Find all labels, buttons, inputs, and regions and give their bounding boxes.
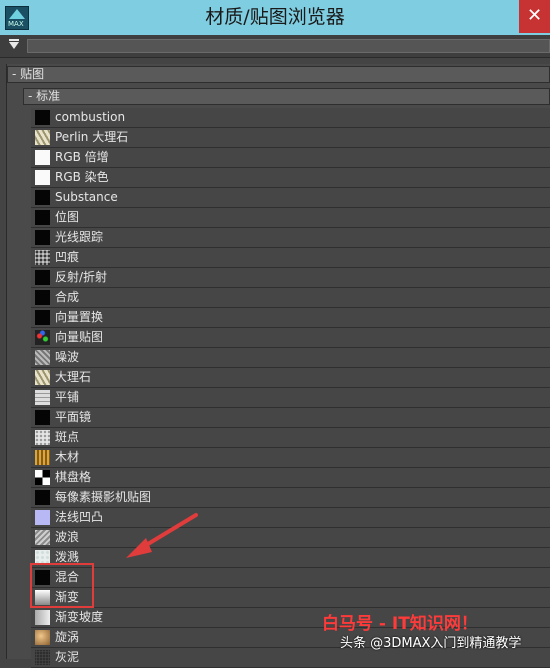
list-item[interactable]: 棋盘格 xyxy=(31,468,550,488)
map-swatch-icon xyxy=(35,490,50,505)
list-item[interactable]: RGB 倍增 xyxy=(31,148,550,168)
subgroup-header-standard[interactable]: - 标准 xyxy=(23,88,550,105)
list-item-label: 斑点 xyxy=(55,430,80,444)
list-item[interactable]: 位图 xyxy=(31,208,550,228)
filter-icon[interactable] xyxy=(9,39,19,49)
list-item-label: 平面镜 xyxy=(55,410,92,424)
map-swatch-icon xyxy=(35,230,50,245)
map-swatch-icon xyxy=(35,470,50,485)
list-item-label: 光线跟踪 xyxy=(55,230,104,244)
group-header-maps[interactable]: - 贴图 xyxy=(7,66,550,83)
list-item-label: RGB 染色 xyxy=(55,170,109,184)
list-item-label: 向量贴图 xyxy=(55,330,104,344)
map-swatch-icon xyxy=(35,310,50,325)
list-item-label: 法线凹凸 xyxy=(55,510,104,524)
list-item[interactable]: 反射/折射 xyxy=(31,268,550,288)
list-item-label: 噪波 xyxy=(55,350,80,364)
list-item[interactable]: 法线凹凸 xyxy=(31,508,550,528)
list-item[interactable]: 凹痕 xyxy=(31,248,550,268)
list-item-label: 凹痕 xyxy=(55,250,80,264)
list-item[interactable]: Perlin 大理石 xyxy=(31,128,550,148)
map-swatch-icon xyxy=(35,150,50,165)
list-item-label: 向量置换 xyxy=(55,310,104,324)
map-swatch-icon xyxy=(35,270,50,285)
map-swatch-icon xyxy=(35,290,50,305)
map-swatch-icon xyxy=(35,170,50,185)
list-item-label: 渐变坡度 xyxy=(55,610,104,624)
list-item[interactable]: 泼溅 xyxy=(31,548,550,568)
list-item[interactable]: 光线跟踪 xyxy=(31,228,550,248)
map-swatch-icon xyxy=(35,110,50,125)
map-swatch-icon xyxy=(35,650,50,665)
list-item[interactable]: combustion xyxy=(31,108,550,128)
list-item-label: 波浪 xyxy=(55,530,80,544)
list-item-label: Perlin 大理石 xyxy=(55,130,129,144)
list-item[interactable]: 木材 xyxy=(31,448,550,468)
list-item-label: 大理石 xyxy=(55,370,92,384)
map-swatch-icon xyxy=(35,410,50,425)
map-swatch-icon xyxy=(35,350,50,365)
map-swatch-icon xyxy=(35,430,50,445)
list-item[interactable]: 大理石 xyxy=(31,368,550,388)
list-item[interactable]: 每像素摄影机贴图 xyxy=(31,488,550,508)
list-item-label: 棋盘格 xyxy=(55,470,92,484)
title-bar: MAX 材质/贴图浏览器 ✕ xyxy=(0,0,550,35)
map-swatch-icon xyxy=(35,130,50,145)
close-button[interactable]: ✕ xyxy=(519,0,550,33)
list-item[interactable]: Substance xyxy=(31,188,550,208)
map-swatch-icon xyxy=(35,610,50,625)
map-swatch-icon xyxy=(35,370,50,385)
list-item-label: Substance xyxy=(55,190,118,204)
list-item-label: 反射/折射 xyxy=(55,270,108,284)
filter-bar xyxy=(0,35,550,58)
map-swatch-icon xyxy=(35,390,50,405)
search-input[interactable] xyxy=(27,39,550,53)
list-item[interactable]: 向量贴图 xyxy=(31,328,550,348)
list-item-label: 灰泥 xyxy=(55,650,80,664)
list-item[interactable]: 向量置换 xyxy=(31,308,550,328)
watermark-text: 白马号 - IT知识网！ xyxy=(322,614,478,634)
list-item-label: 木材 xyxy=(55,450,80,464)
list-item-label: 平铺 xyxy=(55,390,80,404)
list-item-label: 位图 xyxy=(55,210,80,224)
map-list: combustion Perlin 大理石 RGB 倍增 RGB 染色 Substanc… xyxy=(31,108,550,668)
map-swatch-icon xyxy=(35,250,50,265)
list-item[interactable]: 平铺 xyxy=(31,388,550,408)
list-item[interactable]: 平面镜 xyxy=(31,408,550,428)
window-title: 材质/贴图浏览器 xyxy=(205,6,345,28)
list-item[interactable]: 波浪 xyxy=(31,528,550,548)
list-item[interactable]: 混合 xyxy=(31,568,550,588)
list-item-label: 旋涡 xyxy=(55,630,80,644)
list-item[interactable]: 灰泥 xyxy=(31,648,550,668)
map-swatch-icon xyxy=(35,190,50,205)
map-swatch-icon xyxy=(35,630,50,645)
list-item-label: 每像素摄影机贴图 xyxy=(55,490,152,504)
list-item-label: 合成 xyxy=(55,290,80,304)
map-swatch-icon xyxy=(35,510,50,525)
list-item-label: combustion xyxy=(55,110,126,124)
list-item[interactable]: RGB 染色 xyxy=(31,168,550,188)
map-swatch-icon xyxy=(35,210,50,225)
credit-text: 头条 @3DMAX入门到精通教学 xyxy=(340,636,522,651)
highlight-box xyxy=(30,563,94,608)
list-item[interactable]: 合成 xyxy=(31,288,550,308)
list-item[interactable]: 渐变 xyxy=(31,588,550,608)
list-item[interactable]: 斑点 xyxy=(31,428,550,448)
list-item[interactable]: 噪波 xyxy=(31,348,550,368)
map-swatch-icon xyxy=(35,330,50,345)
map-swatch-icon xyxy=(35,530,50,545)
map-swatch-icon xyxy=(35,450,50,465)
list-item-label: RGB 倍增 xyxy=(55,150,109,164)
